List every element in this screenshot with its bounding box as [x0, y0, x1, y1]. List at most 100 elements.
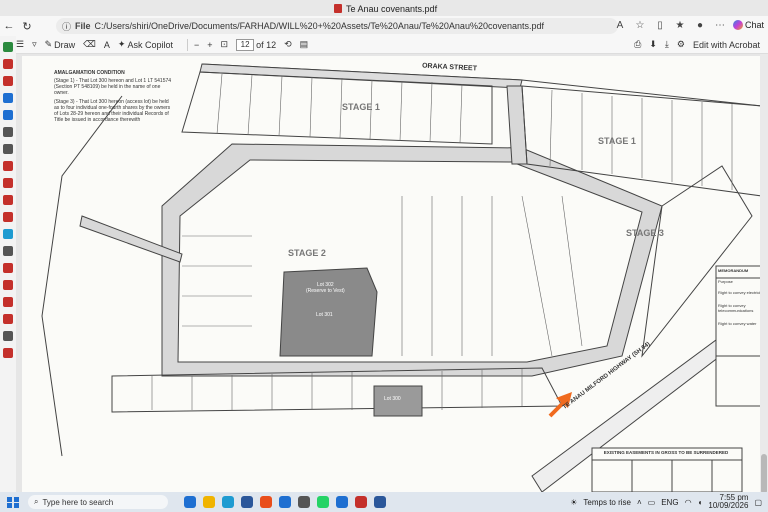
sidebar-app-icon[interactable] [3, 59, 13, 69]
zoom-out-icon[interactable]: − [194, 40, 199, 50]
clock-date: 10/09/2026 [708, 501, 749, 510]
more-icon[interactable]: ⋯ [713, 18, 727, 32]
taskbar-app-icon[interactable] [317, 496, 329, 508]
zoom-in-icon[interactable]: + [207, 40, 212, 50]
save-as-icon[interactable]: ⤓ [665, 39, 669, 50]
save-icon[interactable]: ⬇ [649, 39, 657, 50]
wifi-icon[interactable]: ◠ [685, 498, 692, 507]
sidebar-app-icon[interactable] [3, 348, 13, 358]
taskbar-app-icon[interactable] [184, 496, 196, 508]
lot300-label: Lot 300 [384, 396, 401, 402]
pdf-viewer[interactable]: AMALGAMATION CONDITION (Stage 1) - That … [16, 54, 768, 492]
split-screen-icon[interactable]: ▯ [653, 18, 667, 32]
memo-heading: MEMORANDUM [718, 268, 749, 273]
toolbar-divider [187, 38, 188, 51]
tray-chevron-icon[interactable]: ˄ [637, 498, 642, 507]
weather-text[interactable]: Temps to rise [583, 498, 631, 507]
sidebar-app-icon[interactable] [3, 314, 13, 324]
favorites-icon[interactable]: ★ [673, 18, 687, 32]
contents-icon[interactable]: ☰ [16, 39, 24, 50]
taskbar-app-icon[interactable] [355, 496, 367, 508]
sidebar-app-icon[interactable] [3, 161, 13, 171]
copilot-button[interactable]: ✦ Ask Copilot [118, 39, 173, 50]
sidebar-app-icon[interactable] [3, 76, 13, 86]
stage1-label-right: STAGE 1 [598, 136, 636, 146]
read-aloud-icon[interactable]: A [613, 18, 627, 32]
sidebar-app-icon[interactable] [3, 178, 13, 188]
taskbar-app-icon[interactable] [241, 496, 253, 508]
search-placeholder: Type here to search [42, 497, 114, 507]
taskbar-app-icon[interactable] [336, 496, 348, 508]
copilot-icon [732, 20, 743, 30]
language-indicator[interactable]: ENG [661, 498, 678, 507]
fit-page-icon[interactable]: ⊡ [221, 39, 229, 50]
vertical-scrollbar[interactable] [760, 54, 768, 494]
stage1-label-left: STAGE 1 [342, 102, 380, 112]
taskbar-app-icon[interactable] [298, 496, 310, 508]
copilot-chat-button[interactable]: Chat [732, 20, 764, 30]
sidebar-app-icon[interactable] [3, 127, 13, 137]
print-icon[interactable]: ⎙ [634, 39, 641, 50]
sidebar-app-icon[interactable] [3, 42, 13, 52]
volume-icon[interactable]: ◖ [698, 498, 703, 507]
erase-icon[interactable]: ⌫ [83, 39, 96, 50]
sidebar-app-icon[interactable] [3, 246, 13, 256]
sidebar-app-icon[interactable] [3, 110, 13, 120]
title-bar: Te Anau covenants.pdf [0, 0, 768, 16]
text-icon[interactable]: A [104, 40, 110, 50]
sidebar-app-icon[interactable] [3, 212, 13, 222]
profile-icon[interactable]: ● [693, 18, 707, 32]
sidebar-app-icon[interactable] [3, 93, 13, 103]
start-button[interactable] [4, 494, 20, 510]
url-text: C:/Users/shiri/OneDrive/Documents/FARHAD… [94, 21, 544, 31]
page-number-input[interactable]: 12 [236, 38, 255, 51]
notes-heading: AMALGAMATION CONDITION [54, 70, 125, 76]
back-icon[interactable]: ← [0, 17, 18, 35]
sidebar-app-icon[interactable] [3, 280, 13, 290]
taskbar-app-icon[interactable] [203, 496, 215, 508]
note-2: (Stage 3) - That Lot 300 hereon (access … [54, 99, 171, 123]
draw-label: Draw [54, 39, 76, 50]
pdf-page: AMALGAMATION CONDITION (Stage 1) - That … [22, 56, 768, 492]
sidebar-app-icon[interactable] [3, 195, 13, 205]
rotate-icon[interactable]: ⟲ [284, 39, 292, 50]
favorite-icon[interactable]: ☆ [633, 18, 647, 32]
pdf-settings-icon[interactable]: ⚙ [677, 39, 685, 50]
page-view-icon[interactable]: ▤ [300, 39, 309, 50]
copilot-small-icon: ✦ [117, 39, 126, 49]
memo-table: MEMORANDUM Purpose Right to convey elect… [718, 268, 766, 326]
sidebar-app-icon[interactable] [3, 144, 13, 154]
clock[interactable]: 7:55 pm 10/09/2026 [708, 494, 748, 510]
stage2-label: STAGE 2 [288, 248, 326, 258]
sidebar-app-icon[interactable] [3, 263, 13, 273]
network-icon[interactable]: ▭ [648, 498, 656, 507]
pinned-apps [184, 496, 386, 508]
page-total: of 12 [256, 39, 277, 50]
pdf-toolbar: ☰ ▿ ✎ Draw ⌫ A ✦ Ask Copilot − + ⊡ 12 of… [16, 36, 768, 54]
memo-row: Right to convey electricity [718, 290, 764, 295]
refresh-icon[interactable]: ↻ [18, 17, 36, 35]
taskbar-app-icon[interactable] [279, 496, 291, 508]
sidebar-app-icon[interactable] [3, 297, 13, 307]
taskbar-app-icon[interactable] [222, 496, 234, 508]
scrollbar-thumb[interactable] [761, 454, 767, 494]
browser-tab[interactable]: Te Anau covenants.pdf [334, 2, 437, 15]
copilot-label: Ask Copilot [127, 39, 173, 50]
stage3-label: STAGE 3 [626, 228, 664, 238]
reserve-lot-sub: (Reserve to Vest) [306, 288, 345, 294]
taskbar-search[interactable]: ⌕ Type here to search [28, 495, 168, 509]
highlight-icon[interactable]: ▿ [32, 39, 37, 50]
weather-icon[interactable]: ☀ [570, 498, 577, 507]
sidebar-app-icon[interactable] [3, 229, 13, 239]
windows-taskbar: ⌕ Type here to search ☀ Temps to rise ˄ … [0, 492, 768, 512]
chat-label: Chat [744, 20, 764, 30]
page-indicator: 12 of 12 [236, 38, 277, 51]
edit-acrobat-button[interactable]: Edit with Acrobat [693, 40, 760, 50]
sidebar-app-icon[interactable] [3, 331, 13, 341]
notifications-icon[interactable]: ▢ [754, 498, 762, 507]
draw-button[interactable]: ✎ Draw [45, 39, 76, 50]
url-input[interactable]: ⓘ File C:/Users/shiri/OneDrive/Documents… [56, 18, 618, 34]
taskbar-app-icon[interactable] [260, 496, 272, 508]
taskbar-app-icon[interactable] [374, 496, 386, 508]
pdf-icon [334, 4, 342, 13]
